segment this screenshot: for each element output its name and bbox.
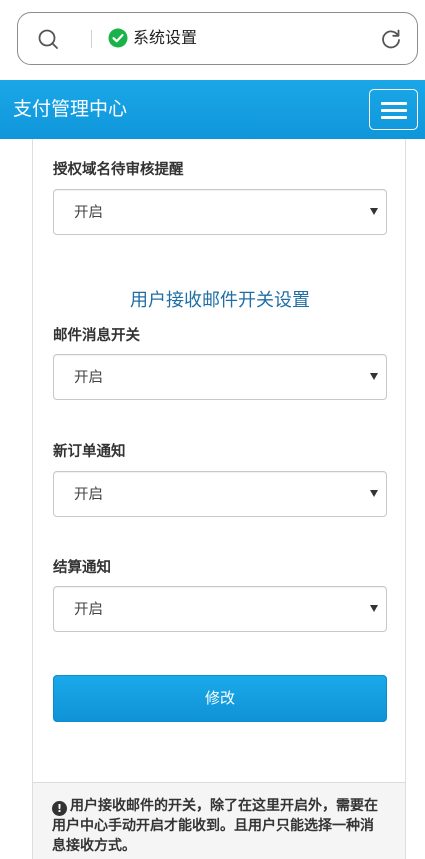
- auth-domain-label: 授权域名待审核提醒: [53, 162, 184, 178]
- shield-check-icon: [108, 28, 128, 48]
- nav-brand-title[interactable]: 支付管理中心: [13, 96, 127, 122]
- reload-icon[interactable]: [379, 27, 403, 51]
- search-icon[interactable]: [37, 28, 59, 50]
- address-bar[interactable]: 系统设置: [17, 12, 418, 65]
- mail-switch-select[interactable]: 开启: [53, 354, 387, 400]
- menu-icon-bar: [381, 116, 407, 119]
- mail-switch-select-value: 开启: [74, 370, 103, 386]
- address-separator: [91, 30, 92, 48]
- settlement-select[interactable]: 开启: [53, 586, 387, 632]
- navbar: 支付管理中心: [0, 80, 425, 139]
- menu-icon: [381, 102, 407, 105]
- dropdown-arrow-icon: [370, 605, 378, 612]
- settlement-select-value: 开启: [74, 602, 103, 618]
- settings-panel: 授权域名待审核提醒 开启 用户接收邮件开关设置 邮件消息开关 开启 新订单通知 …: [32, 139, 406, 859]
- menu-toggle-button[interactable]: [369, 89, 418, 130]
- submit-button[interactable]: 修改: [53, 675, 387, 722]
- dropdown-arrow-icon: [370, 490, 378, 497]
- address-text[interactable]: 系统设置: [133, 27, 197, 49]
- settlement-label: 结算通知: [53, 560, 111, 576]
- menu-icon-bar: [381, 109, 407, 112]
- notice-text: 用户接收邮件的开关，除了在这里开启外，需要在用户中心手动开启才能收到。且用户只能…: [52, 798, 378, 854]
- new-order-label: 新订单通知: [53, 444, 126, 460]
- new-order-select[interactable]: 开启: [53, 471, 387, 517]
- mail-notice: ! 用户接收邮件的开关，除了在这里开启外，需要在用户中心手动开启才能收到。且用户只…: [33, 782, 405, 859]
- info-icon: !: [52, 801, 67, 816]
- browser-toolbar: 系统设置: [0, 0, 425, 80]
- mail-switch-label: 邮件消息开关: [53, 328, 140, 344]
- mail-section-title: 用户接收邮件开关设置: [130, 290, 310, 311]
- auth-domain-select-value: 开启: [74, 205, 103, 221]
- dropdown-arrow-icon: [370, 208, 378, 215]
- new-order-select-value: 开启: [74, 487, 103, 503]
- dropdown-arrow-icon: [370, 373, 378, 380]
- auth-domain-select[interactable]: 开启: [53, 189, 387, 235]
